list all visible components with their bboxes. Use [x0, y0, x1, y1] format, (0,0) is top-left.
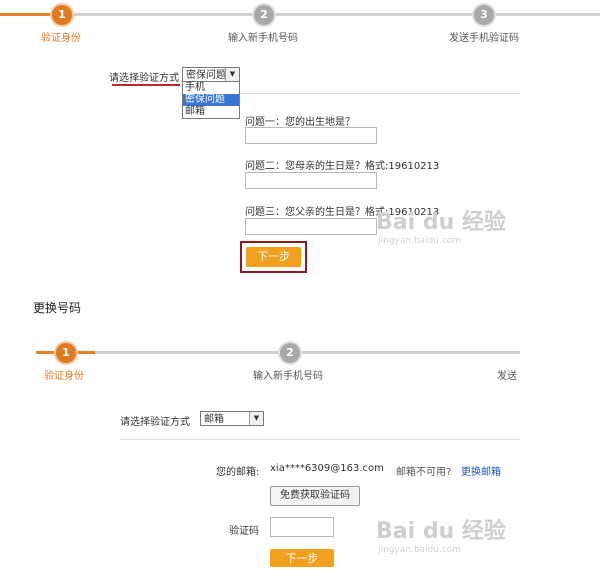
step-3-label: 发送: [497, 371, 517, 382]
question-2-label: 问题二：您母亲的生日是？格式:19610213: [245, 161, 440, 172]
progress-line: [274, 13, 474, 16]
chevron-down-icon[interactable]: ▼: [249, 412, 263, 425]
email-value: xia****6309@163.com: [270, 463, 384, 474]
step-2-circle: 2: [254, 5, 274, 25]
step-2-circle: 2: [280, 343, 300, 363]
verify-method-select-value: 邮箱: [204, 414, 224, 425]
progress-line-done: [75, 351, 95, 354]
step-1-circle: 1: [56, 343, 76, 363]
step-3-label: 发送手机验证码: [449, 33, 519, 44]
chevron-down-icon[interactable]: ▼: [225, 68, 239, 81]
step-1-circle: 1: [52, 5, 72, 25]
baidu-watermark: Bai du 经验: [376, 210, 506, 235]
step-2-label: 输入新手机号码: [253, 371, 323, 382]
verify-method-select[interactable]: 邮箱 ▼: [200, 411, 264, 426]
progress-line: [72, 13, 254, 16]
question-2-input[interactable]: [245, 172, 377, 189]
dropdown-option-email[interactable]: 邮箱: [183, 106, 239, 118]
step-3-circle: 3: [474, 5, 494, 25]
verify-method-select[interactable]: 密保问题 ▼: [182, 67, 240, 82]
verify-method-label: 请选择验证方式: [109, 73, 179, 84]
progress-line-done: [36, 351, 58, 354]
baidu-watermark-url: jingyan.baidu.com: [378, 545, 462, 555]
baidu-watermark-url: jingyan.baidu.com: [378, 236, 462, 246]
next-button[interactable]: 下一步: [270, 549, 334, 567]
divider: [120, 439, 520, 440]
baidu-watermark: Bai du 经验: [376, 519, 506, 544]
step-2-label: 输入新手机号码: [228, 33, 298, 44]
verify-method-select-value: 密保问题: [186, 70, 226, 81]
step-1-label: 验证身份: [44, 371, 84, 382]
step-1-label: 验证身份: [41, 33, 81, 44]
email-unavailable-text: 邮箱不可用?: [396, 467, 452, 478]
divider: [240, 93, 520, 94]
verify-method-label: 请选择验证方式: [120, 417, 190, 428]
change-email-link[interactable]: 更换邮箱: [461, 463, 501, 478]
email-label: 您的邮箱:: [216, 467, 260, 478]
code-label: 验证码: [229, 526, 259, 537]
method-label-underline: [112, 84, 180, 86]
dropdown-option-phone[interactable]: 手机: [183, 82, 239, 94]
progress-line: [300, 351, 520, 354]
dropdown-option-security-question[interactable]: 密保问题: [183, 94, 239, 106]
verify-method-dropdown[interactable]: 手机 密保问题 邮箱: [182, 81, 240, 119]
next-button[interactable]: 下一步: [246, 247, 301, 267]
question-1-input[interactable]: [245, 127, 377, 144]
progress-line: [95, 351, 280, 354]
question-3-input[interactable]: [245, 218, 377, 235]
get-code-button[interactable]: 免费获取验证码: [270, 486, 360, 506]
progress-line: [494, 13, 600, 16]
code-input[interactable]: [270, 517, 334, 537]
section-title: 更换号码: [33, 301, 82, 315]
question-1-label: 问题一：您的出生地是？: [245, 117, 355, 128]
progress-line-done: [0, 13, 60, 16]
